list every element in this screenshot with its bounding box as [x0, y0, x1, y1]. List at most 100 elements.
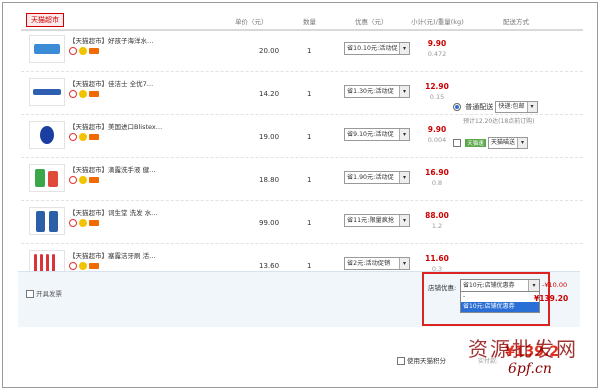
promo-select[interactable]: 省2元:活动促销 ▾: [344, 257, 410, 270]
unit-price: 14.20: [259, 90, 280, 98]
subtotal: 9.90: [427, 39, 447, 48]
chevron-down-icon: ▾: [399, 86, 409, 97]
express-value: 天猫喵送: [490, 139, 515, 146]
product-title[interactable]: 【天猫超市】词生堂 洗发 水…: [69, 207, 158, 217]
checkout-frame: 天猫超市 单价（元） 数量 优惠（元） 小计(元)/重量(kg) 配送方式 【天…: [2, 2, 598, 388]
gold-badge-icon: [79, 176, 87, 184]
promo-badge-icon: [89, 48, 99, 54]
shop-discount-dropdown: - 省10元:店铺优惠券: [460, 291, 540, 313]
weight: 0.472: [427, 50, 447, 58]
product-image[interactable]: [29, 35, 65, 63]
promo-badge-icon: [89, 91, 99, 97]
store-name-tag[interactable]: 天猫超市: [26, 13, 64, 27]
product-title[interactable]: 【天猫超市】佳洁士 全优7…: [69, 78, 153, 88]
tmall-badge-icon: [69, 90, 77, 98]
shipping-method-value: 快递:包邮: [498, 103, 525, 110]
points-label: 使用天猫积分: [407, 357, 446, 365]
shop-discount-value: 省10元:店铺优惠券: [463, 282, 515, 289]
shipping-options: 普通配送 快递:包邮 ▾ 预计12.20达(18点前订购) 天猫速 天猫喵送 ▾: [453, 101, 583, 149]
promo-value: 省1.90元:活动促: [347, 174, 394, 181]
subtotal: 16.90: [425, 168, 449, 177]
product-title[interactable]: 【天猫超市】美国进口Blistex…: [69, 121, 162, 131]
col-subtotal: 小计(元)/重量(kg): [411, 18, 464, 26]
unit-price: 19.00: [259, 133, 280, 141]
quantity: 1: [307, 90, 312, 98]
subtotal: 11.60: [425, 254, 449, 263]
points-checkbox[interactable]: [397, 357, 405, 365]
product-title[interactable]: 【天猫超市】塞露洁牙刷 活…: [69, 250, 156, 260]
chevron-down-icon: ▾: [399, 258, 409, 269]
tmall-badge-icon: [69, 219, 77, 227]
badges: [69, 47, 101, 55]
points-option[interactable]: 使用天猫积分: [397, 355, 446, 365]
badges: [69, 133, 101, 141]
chevron-down-icon: ▾: [399, 215, 409, 226]
express-shipping-row: 天猫速 天猫喵送 ▾: [453, 137, 583, 149]
express-select[interactable]: 天猫喵送 ▾: [487, 137, 528, 149]
list-item: 【天猫超市】词生堂 洗发 水… 99.00 1 省11元:限量疯抢 ▾ 88.00…: [21, 201, 583, 244]
badges: [69, 176, 101, 184]
product-image[interactable]: [29, 207, 65, 235]
weight: 0.004: [427, 136, 447, 144]
chevron-down-icon: ▾: [399, 172, 409, 183]
promo-select[interactable]: 省11元:限量疯抢 ▾: [344, 214, 410, 227]
quantity: 1: [307, 262, 312, 270]
col-quantity: 数量: [303, 18, 316, 26]
order-footer: 开具发票 店铺优惠: 省10元:店铺优惠券 ▾ - 省10元:店铺优惠券 -¥10…: [18, 271, 580, 327]
dropdown-option[interactable]: -: [461, 292, 539, 302]
tmall-badge-icon: [69, 176, 77, 184]
list-item: 【天猫超市】好孩子海洋水… 20.00 1 省10.10元:活动促 ▾ 9.90 …: [21, 29, 583, 72]
promo-select[interactable]: 省9.10元:活动促 ▾: [344, 128, 410, 141]
unit-price: 20.00: [259, 47, 280, 55]
discount-amount: -¥10.00: [542, 281, 568, 289]
promo-select[interactable]: 省10.10元:活动促 ▾: [344, 42, 410, 55]
chevron-down-icon: ▾: [526, 102, 537, 112]
invoice-label: 开具发票: [36, 290, 62, 298]
dropdown-option-selected[interactable]: 省10元:店铺优惠券: [461, 302, 539, 312]
product-title[interactable]: 【天猫超市】滴露洗手液 健…: [69, 164, 156, 174]
unit-price: 13.60: [259, 262, 280, 270]
chevron-down-icon: ▾: [399, 129, 409, 140]
table-header: 天猫超市 单价（元） 数量 优惠（元） 小计(元)/重量(kg) 配送方式: [21, 9, 583, 31]
watermark-url: 6pf.cn: [508, 361, 552, 377]
badges: [69, 90, 101, 98]
weight: 0.8: [431, 179, 443, 187]
col-unit-price: 单价（元）: [235, 18, 268, 26]
promo-value: 省2元:活动促销: [347, 260, 391, 267]
store-total: ¥139.20: [534, 294, 569, 303]
chevron-down-icon: ▾: [517, 138, 527, 148]
unit-price: 18.80: [259, 176, 280, 184]
express-checkbox[interactable]: [453, 139, 461, 147]
promo-badge-icon: [89, 177, 99, 183]
subtotal: 9.90: [427, 125, 447, 134]
gold-badge-icon: [79, 90, 87, 98]
product-image[interactable]: [29, 78, 65, 106]
list-item: 【天猫超市】滴露洗手液 健… 18.80 1 省1.90元:活动促 ▾ 16.90…: [21, 158, 583, 201]
promo-value: 省9.10元:活动促: [347, 131, 394, 138]
promo-value: 省10.10元:活动促: [347, 45, 398, 52]
product-image[interactable]: [29, 121, 65, 149]
quantity: 1: [307, 133, 312, 141]
invoice-option[interactable]: 开具发票: [26, 288, 62, 298]
tmall-badge-icon: [69, 133, 77, 141]
product-image[interactable]: [29, 164, 65, 192]
product-title[interactable]: 【天猫超市】好孩子海洋水…: [69, 35, 154, 45]
quantity: 1: [307, 219, 312, 227]
invoice-checkbox[interactable]: [26, 290, 34, 298]
shipping-method-select[interactable]: 快递:包邮 ▾: [495, 101, 538, 113]
gold-badge-icon: [79, 219, 87, 227]
badges: [69, 219, 101, 227]
weight: 1.2: [431, 222, 443, 230]
promo-badge-icon: [89, 220, 99, 226]
express-tag: 天猫速: [465, 139, 486, 147]
promo-badge-icon: [89, 263, 99, 269]
quantity: 1: [307, 47, 312, 55]
normal-shipping-radio[interactable]: [453, 103, 461, 111]
promo-value: 省1.30元:活动促: [347, 88, 394, 95]
gold-badge-icon: [79, 47, 87, 55]
shop-discount-label: 店铺优惠:: [428, 284, 457, 292]
promo-select[interactable]: 省1.30元:活动促 ▾: [344, 85, 410, 98]
weight: 0.15: [429, 93, 445, 101]
promo-select[interactable]: 省1.90元:活动促 ▾: [344, 171, 410, 184]
item-list: 【天猫超市】好孩子海洋水… 20.00 1 省10.10元:活动促 ▾ 9.90 …: [21, 29, 583, 286]
